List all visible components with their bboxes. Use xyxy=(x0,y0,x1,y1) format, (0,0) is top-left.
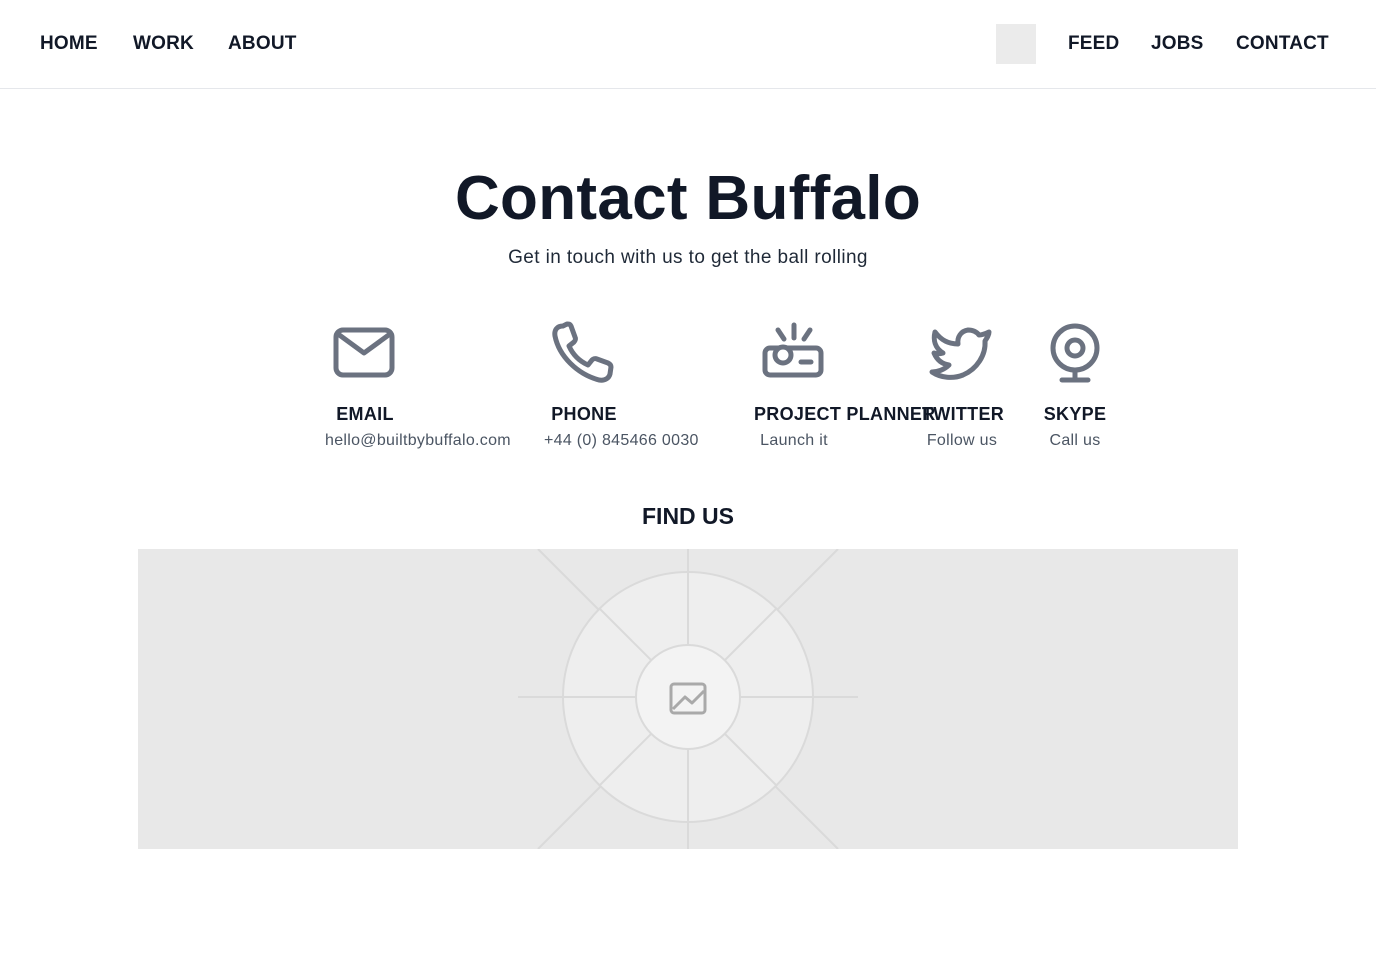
contact-skype-value[interactable]: Call us xyxy=(1035,432,1115,450)
nav-home-link[interactable]: HOME xyxy=(40,33,98,55)
top-navigation: HOME WORK ABOUT FEED JOBS CONTACT xyxy=(0,0,1376,89)
page-title: Contact Buffalo xyxy=(454,164,922,233)
contact-project-planner-label: PROJECT PLANNER xyxy=(754,404,936,424)
contact-twitter-label: TWITTER xyxy=(922,404,1005,424)
envelope-icon xyxy=(333,327,395,378)
phone-icon xyxy=(552,321,614,383)
contact-skype-label: SKYPE xyxy=(1043,404,1107,424)
map-placeholder[interactable] xyxy=(138,549,1238,849)
nav-feed-link[interactable]: FEED xyxy=(1068,33,1119,55)
nav-jobs-link[interactable]: JOBS xyxy=(1151,33,1204,55)
twitter-bird-icon xyxy=(929,327,992,380)
nav-work-link[interactable]: WORK xyxy=(133,33,194,55)
contact-phone-value[interactable]: +44 (0) 845466 0030 xyxy=(544,432,698,450)
nav-contact-link[interactable]: CONTACT xyxy=(1236,33,1329,55)
logo[interactable] xyxy=(996,24,1036,64)
nav-about-link[interactable]: ABOUT xyxy=(228,33,297,55)
map-placeholder-graphic xyxy=(518,549,858,849)
webcam-icon xyxy=(1050,323,1100,383)
contact-phone-label: PHONE xyxy=(551,404,617,424)
contact-email-label: EMAIL xyxy=(336,404,394,424)
contact-twitter-value[interactable]: Follow us xyxy=(922,432,1002,450)
find-us-heading: FIND US xyxy=(642,503,734,529)
page-subtitle: Get in touch with us to get the ball rol… xyxy=(508,247,868,268)
contact-project-planner-value[interactable]: Launch it xyxy=(754,432,834,450)
projector-icon xyxy=(762,322,824,378)
contact-email-value[interactable]: hello@builtbybuffalo.com xyxy=(325,432,511,450)
